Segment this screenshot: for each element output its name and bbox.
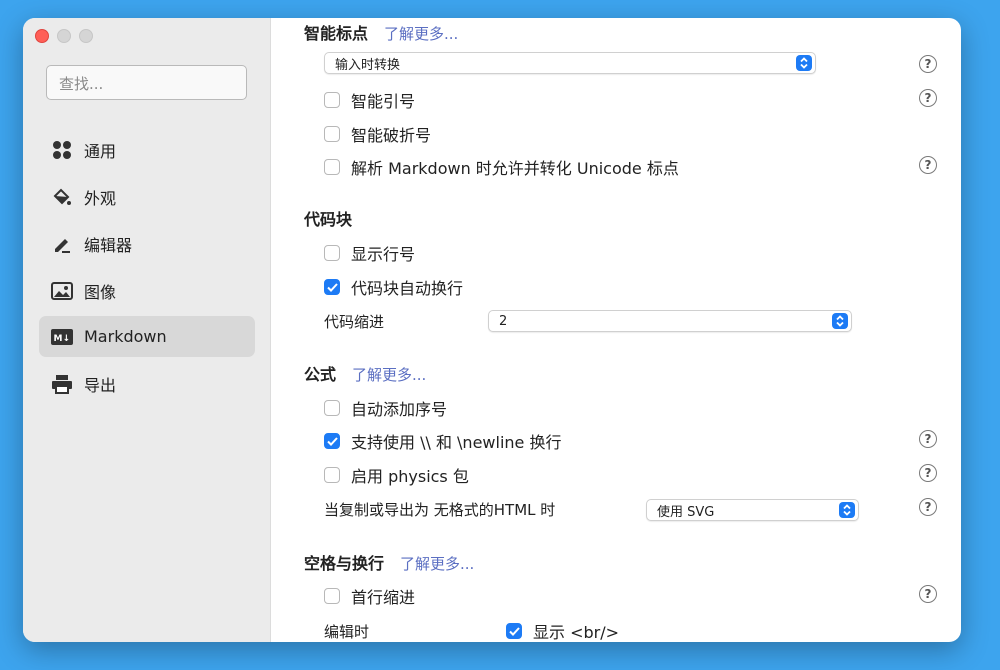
option-label: 支持使用 \\ 和 \newline 换行 [351,433,562,452]
code-block-heading: 代码块 [304,206,352,230]
whitespace-heading: 空格与换行 了解更多... [304,550,474,574]
checkmark-icon [508,626,520,636]
minimize-window-button[interactable] [57,29,71,43]
sidebar-item-label: 图像 [84,282,117,302]
select-value: 2 [499,313,508,329]
section-title: 空格与换行 [304,554,385,573]
show-br-option[interactable]: 显示 <br/> [506,619,619,642]
sidebar-item-label: 编辑器 [84,235,133,255]
close-window-button[interactable] [35,29,49,43]
paint-bucket-icon [51,186,73,208]
preferences-window: 查找... 通用 外观 编辑器 图像 M↓ Markdown 导出 智能标点 了… [23,18,961,642]
help-icon[interactable]: ? [919,55,937,73]
sidebar: 查找... 通用 外观 编辑器 图像 M↓ Markdown 导出 [23,18,271,642]
image-icon [51,280,73,302]
printer-icon [51,373,73,395]
markdown-icon: M↓ [51,326,73,348]
learn-more-link[interactable]: 了解更多... [400,553,474,574]
physics-package-option[interactable]: 启用 physics 包 [324,463,469,487]
sidebar-item-label: 外观 [84,188,117,208]
smart-dashes-checkbox[interactable] [324,126,340,142]
help-icon[interactable]: ? [919,89,937,107]
settings-content: 智能标点 了解更多... 输入时转换 ? 智能引号 ? 智能破折号 解析 Mar… [272,18,961,642]
learn-more-link[interactable]: 了解更多... [352,364,426,385]
help-icon[interactable]: ? [919,585,937,603]
chevron-updown-icon [839,502,855,518]
sidebar-item-appearance[interactable]: 外观 [39,176,255,217]
grid-icon [51,139,73,161]
help-icon[interactable]: ? [919,430,937,448]
sidebar-item-export[interactable]: 导出 [39,363,255,404]
section-title: 智能标点 [304,24,369,43]
option-label: 首行缩进 [351,588,416,607]
sidebar-item-label: Markdown [84,327,167,346]
first-line-indent-option[interactable]: 首行缩进 [324,584,415,608]
sidebar-item-editor[interactable]: 编辑器 [39,223,255,264]
export-math-label: 当复制或导出为 无格式的HTML 时 [324,501,556,519]
pencil-icon [51,233,73,255]
sidebar-item-markdown[interactable]: M↓ Markdown [39,316,255,357]
newline-support-option[interactable]: 支持使用 \\ 和 \newline 换行 [324,429,561,453]
show-br-checkbox[interactable] [506,623,522,639]
smart-quotes-option[interactable]: 智能引号 [324,88,415,112]
chevron-updown-icon [796,55,812,71]
option-label: 显示行号 [351,245,416,264]
section-title: 代码块 [304,210,353,229]
line-numbers-option[interactable]: 显示行号 [324,241,415,265]
option-label: 智能破折号 [351,126,432,145]
chevron-updown-icon [832,313,848,329]
option-label: 自动添加序号 [351,400,448,419]
section-title: 公式 [304,365,337,384]
sidebar-item-image[interactable]: 图像 [39,270,255,311]
select-value: 输入时转换 [335,57,401,73]
line-numbers-checkbox[interactable] [324,245,340,261]
sidebar-item-label: 导出 [84,375,117,395]
first-line-indent-checkbox[interactable] [324,588,340,604]
math-heading: 公式 了解更多... [304,361,426,385]
select-value: 使用 SVG [657,504,715,520]
smart-punctuation-heading: 智能标点 了解更多... [304,20,458,44]
code-indent-label: 代码缩进 [324,313,385,331]
sidebar-item-general[interactable]: 通用 [39,129,255,170]
sidebar-item-label: 通用 [84,141,117,161]
auto-number-checkbox[interactable] [324,400,340,416]
option-label: 启用 physics 包 [351,467,469,486]
option-label: 显示 <br/> [533,623,620,642]
unicode-punctuation-checkbox[interactable] [324,159,340,175]
unicode-punctuation-option[interactable]: 解析 Markdown 时允许并转化 Unicode 标点 [324,155,679,179]
svg-text:M↓: M↓ [54,334,71,344]
auto-number-option[interactable]: 自动添加序号 [324,396,447,420]
code-auto-wrap-checkbox[interactable] [324,279,340,295]
smart-punctuation-mode-select[interactable]: 输入时转换 [324,52,816,74]
option-label: 解析 Markdown 时允许并转化 Unicode 标点 [351,159,679,178]
editing-label: 编辑时 [324,623,370,641]
smart-dashes-option[interactable]: 智能破折号 [324,122,431,146]
help-icon[interactable]: ? [919,464,937,482]
checkmark-icon [326,282,338,292]
learn-more-link[interactable]: 了解更多... [384,23,458,44]
search-input[interactable]: 查找... [46,65,247,100]
option-label: 代码块自动换行 [351,279,464,298]
zoom-window-button[interactable] [79,29,93,43]
window-controls [35,29,93,43]
physics-package-checkbox[interactable] [324,467,340,483]
checkmark-icon [326,436,338,446]
code-indent-select[interactable]: 2 [488,310,852,332]
smart-quotes-checkbox[interactable] [324,92,340,108]
code-auto-wrap-option[interactable]: 代码块自动换行 [324,275,463,299]
export-math-select[interactable]: 使用 SVG [646,499,859,521]
option-label: 智能引号 [351,92,416,111]
help-icon[interactable]: ? [919,498,937,516]
help-icon[interactable]: ? [919,156,937,174]
newline-support-checkbox[interactable] [324,433,340,449]
